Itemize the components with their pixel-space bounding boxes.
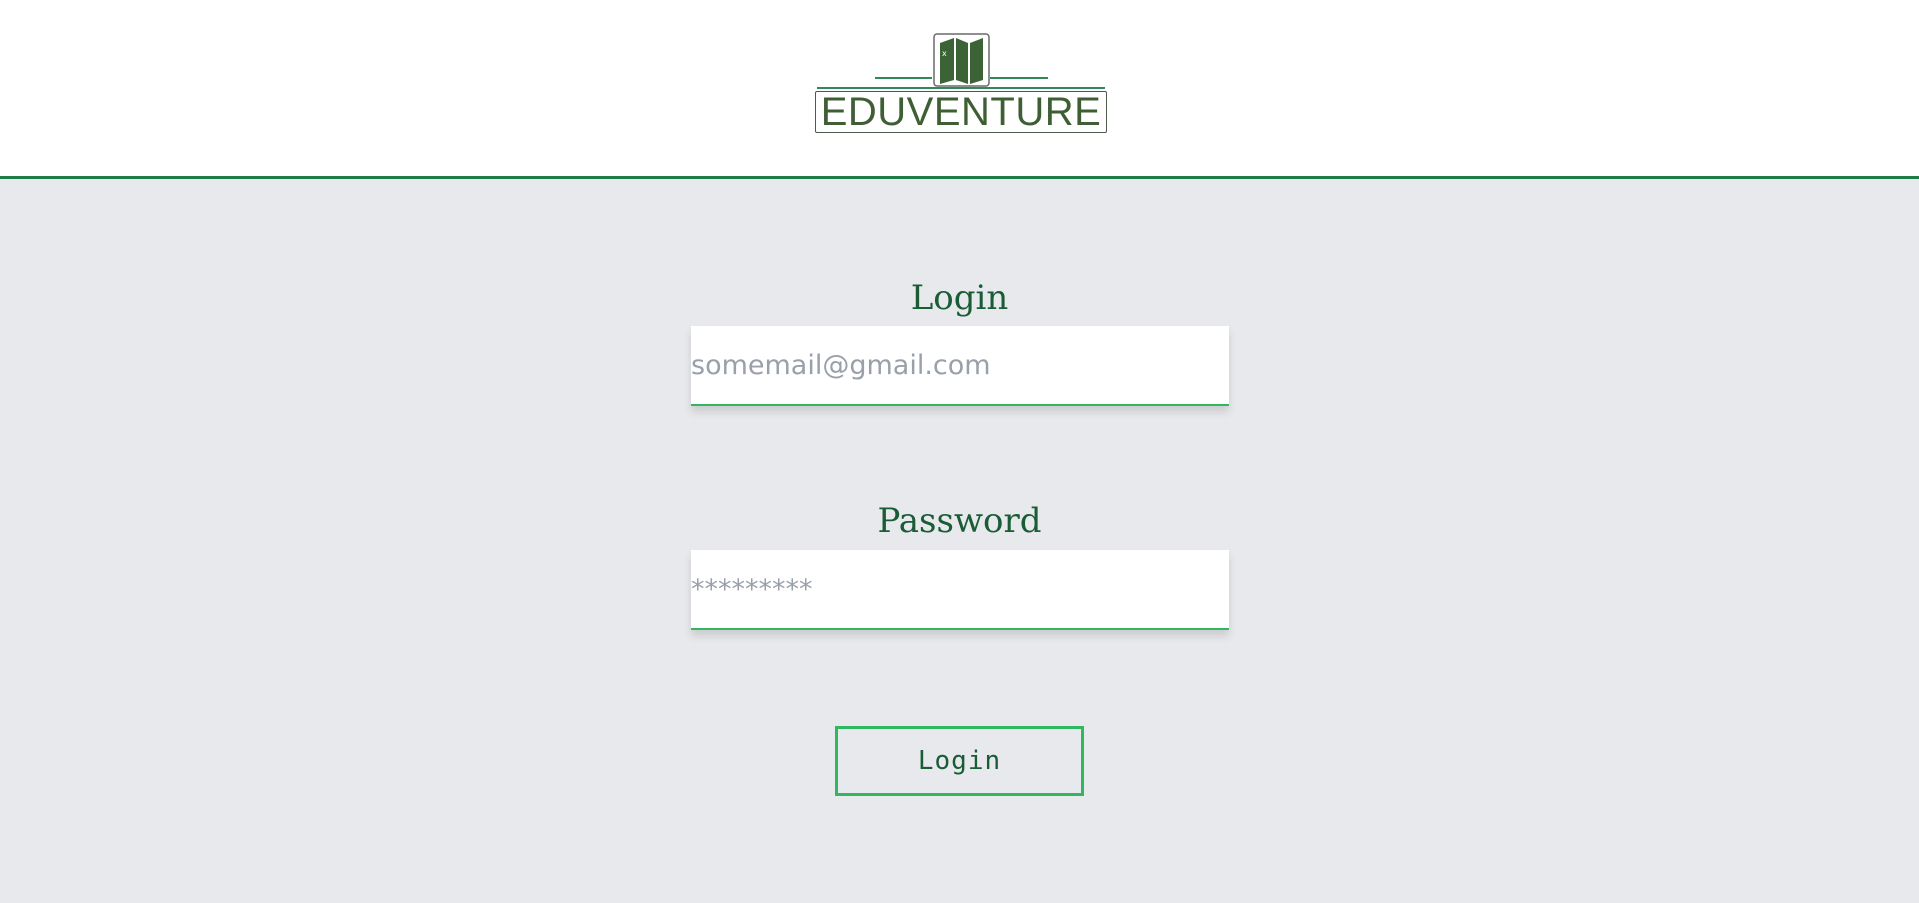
password-label: Password bbox=[877, 501, 1042, 541]
svg-text:x: x bbox=[942, 49, 947, 58]
brand-wordmark: EDUVENTURE bbox=[815, 91, 1107, 133]
email-field[interactable] bbox=[691, 326, 1229, 406]
folded-map-icon: x bbox=[817, 33, 1105, 89]
login-button[interactable]: Login bbox=[835, 726, 1084, 796]
password-field[interactable] bbox=[691, 550, 1229, 630]
email-label: Login bbox=[910, 278, 1009, 318]
brand-logo[interactable]: x EDUVENTURE bbox=[815, 33, 1111, 137]
site-header: x EDUVENTURE bbox=[0, 0, 1919, 179]
